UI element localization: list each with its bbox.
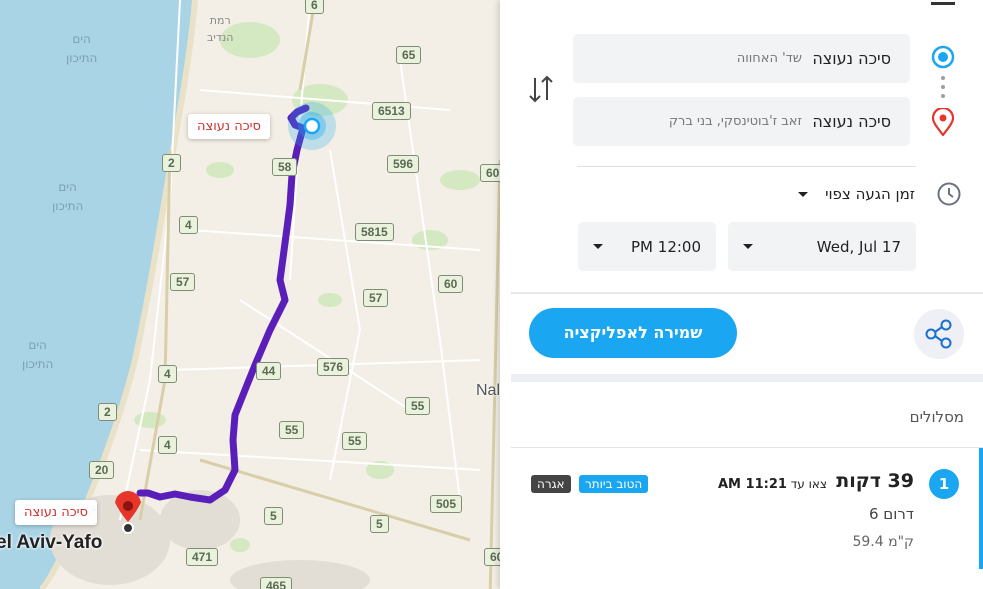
road-shield: 5 [370,515,389,533]
toll-badge: אגרה [531,475,571,493]
road-shield: 5 [264,507,283,525]
road-shield: 596 [387,155,420,173]
sea-label: הים התיכון [66,32,98,65]
road-shield: 60 [438,275,464,293]
road-shield: 57 [363,289,389,307]
road-shield: 465 [260,577,293,589]
road-shield: 5815 [355,223,394,241]
road-shield: 471 [186,548,219,566]
directions-panel: סיכה נעוצה שד' האחווה סיכה נעוצה זאב ז'ב… [500,0,983,589]
road-shield: 58 [272,158,298,176]
section-separator [511,374,983,382]
road-shield: 576 [317,358,350,376]
chevron-down-icon[interactable] [798,192,808,197]
divider [577,166,916,167]
route-via: 6 דרום [868,505,914,523]
route-duration: 39 דקות [836,470,914,492]
route-selected-indicator [979,448,983,569]
clock-icon [937,182,961,206]
origin-sub-text: שד' האחווה [736,51,802,66]
road-shield: 4 [179,216,198,234]
depart-prefix: צאו עד [790,477,828,491]
date-select[interactable]: Wed, Jul 17 [728,222,916,271]
route-distance: 59.4 ק"מ [852,534,914,550]
sea-label: הים התיכון [52,180,84,213]
road-shield: 2 [98,403,117,421]
partial-place-label: Nal [476,382,501,399]
road-shield: 65 [396,46,422,64]
depart-time: 11:21 AM [718,477,787,492]
end-pin-label[interactable]: סיכה נעוצה [15,500,97,525]
time-value: PM 12:00 [631,238,701,256]
chevron-down-icon [593,244,603,249]
start-pin-label[interactable]: סיכה נעוצה [188,114,270,139]
town-label: רמת הנדיב [207,14,234,44]
destination-sub-text: זאב ז'בוטינסקי, בני ברק [668,114,802,129]
destination-pin-icon [932,108,954,136]
city-label: el Aviv-Yafo [0,532,103,553]
road-shield: 2 [162,154,181,172]
save-to-app-button[interactable]: שמירה לאפליקציה [529,308,737,358]
road-shield: 55 [279,421,305,439]
road-shield: 55 [342,432,368,450]
route-index-badge: 1 [929,469,959,499]
road-shield: 20 [89,461,115,479]
divider [511,292,983,294]
road-shield: 4 [158,365,177,383]
road-shield: 57 [170,273,196,291]
destination-main-text: סיכה נעוצה [812,112,891,131]
share-button[interactable] [914,309,964,359]
origin-field[interactable]: סיכה נעוצה שד' האחווה [573,34,910,83]
road-shield: 505 [430,495,463,513]
time-select[interactable]: PM 12:00 [578,222,716,271]
origin-main-text: סיכה נעוצה [812,49,891,68]
destination-field[interactable]: סיכה נעוצה זאב ז'בוטינסקי, בני ברק [573,97,910,146]
swap-icon[interactable] [526,74,556,104]
start-point-marker [303,117,321,135]
date-value: Wed, Jul 17 [816,238,901,256]
route-card[interactable]: 1 39 דקות צאו עד 11:21 AM הטוב ביותר אגר… [511,447,983,576]
origin-circle-icon [931,45,955,69]
menu-icon[interactable] [931,2,955,5]
road-shield: 6 [305,0,324,14]
share-icon [925,319,952,349]
routes-header: מסלולים [909,408,964,426]
connector-dots [941,76,945,98]
route-depart-by: צאו עד 11:21 AM [718,477,827,492]
road-shield: 6513 [372,102,411,120]
road-shield: 44 [256,362,282,380]
map-view[interactable]: 6 65 6513 596 60 2 58 4 5815 57 57 60 4 … [0,0,510,589]
chevron-down-icon [743,244,753,249]
time-mode-select[interactable]: זמן הגעה צפוי [825,185,915,203]
road-shield: 4 [158,436,177,454]
best-route-badge: הטוב ביותר [579,475,649,493]
sea-label: הים התיכון [22,338,54,371]
road-shield: 55 [405,397,431,415]
